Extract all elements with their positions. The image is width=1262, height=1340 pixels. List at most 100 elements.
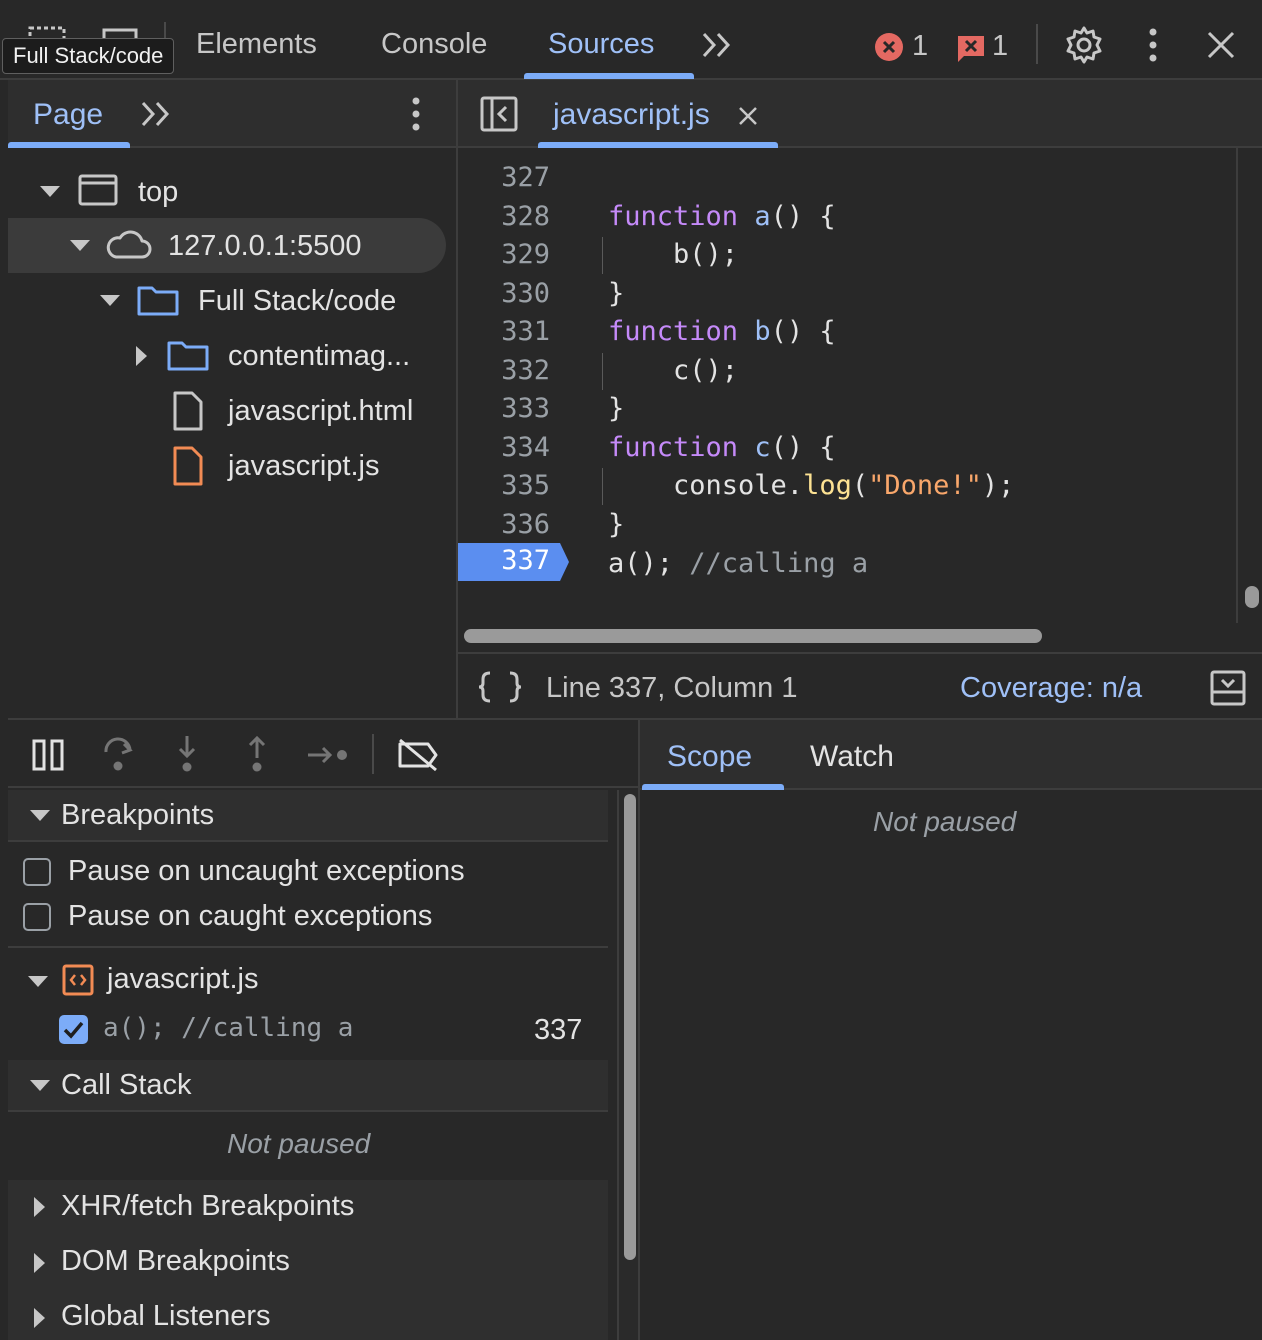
navigator-menu-icon[interactable] bbox=[408, 96, 424, 132]
tree-item-folder-contentimages[interactable]: contentimag... bbox=[8, 328, 456, 383]
code-line[interactable]: 330 } bbox=[458, 278, 1238, 316]
debugger-toolbar bbox=[8, 720, 638, 788]
code-line[interactable]: 329 b(); bbox=[458, 239, 1238, 277]
breakpoint-file-name[interactable]: javascript.js bbox=[107, 963, 259, 996]
more-tabs-chevron-icon[interactable] bbox=[700, 30, 736, 60]
tab-console[interactable]: Console bbox=[381, 28, 487, 61]
collapse-arrow-icon[interactable] bbox=[34, 1197, 45, 1217]
pause-icon[interactable] bbox=[32, 738, 66, 772]
pretty-print-icon[interactable] bbox=[478, 670, 522, 704]
section-title: Call Stack bbox=[61, 1069, 192, 1101]
line-number[interactable]: 336 bbox=[458, 509, 550, 540]
tree-item-label: javascript.html bbox=[228, 395, 414, 427]
code-line[interactable]: 328 function a() { bbox=[458, 201, 1238, 239]
settings-gear-icon[interactable] bbox=[1064, 25, 1104, 65]
deactivate-breakpoints-icon[interactable] bbox=[396, 738, 440, 772]
tab-elements[interactable]: Elements bbox=[196, 28, 317, 61]
line-number[interactable]: 329 bbox=[458, 239, 550, 270]
tree-item-file-js[interactable]: javascript.js bbox=[8, 438, 456, 493]
tab-watch[interactable]: Watch bbox=[810, 740, 894, 774]
toolbar-divider bbox=[372, 734, 374, 774]
vertical-scrollbar[interactable] bbox=[1245, 586, 1259, 608]
breakpoint-checkbox[interactable] bbox=[59, 1015, 88, 1044]
tab-page[interactable]: Page bbox=[33, 98, 103, 132]
xhr-breakpoints-section-header[interactable]: XHR/fetch Breakpoints bbox=[8, 1180, 608, 1236]
expand-arrow-icon[interactable] bbox=[100, 295, 120, 306]
breakpoints-section-header[interactable]: Breakpoints bbox=[8, 790, 608, 842]
close-tab-icon[interactable] bbox=[738, 106, 758, 126]
line-number[interactable]: 335 bbox=[458, 470, 550, 501]
code-line[interactable]: 332 c(); bbox=[458, 355, 1238, 393]
line-number[interactable]: 331 bbox=[458, 316, 550, 347]
error-icon[interactable] bbox=[874, 32, 904, 62]
tree-item-label: Full Stack/code bbox=[198, 285, 397, 317]
pause-caught-checkbox[interactable] bbox=[23, 903, 51, 931]
tree-item-label: javascript.js bbox=[228, 450, 380, 482]
code-text: function a() { bbox=[608, 201, 836, 232]
code-text: console.log("Done!"); bbox=[608, 470, 1015, 501]
line-number[interactable]: 327 bbox=[458, 162, 550, 193]
collapse-arrow-icon[interactable] bbox=[136, 346, 147, 366]
code-line[interactable]: 331 function b() { bbox=[458, 316, 1238, 354]
scope-panel: Scope Watch Not paused bbox=[638, 718, 1262, 1340]
expand-arrow-icon[interactable] bbox=[30, 810, 50, 821]
line-number[interactable]: 333 bbox=[458, 393, 550, 424]
collapse-arrow-icon[interactable] bbox=[34, 1253, 45, 1273]
pause-uncaught-label[interactable]: Pause on uncaught exceptions bbox=[68, 855, 465, 888]
step-over-icon[interactable] bbox=[100, 736, 136, 774]
code-text: function c() { bbox=[608, 432, 836, 463]
expand-arrow-icon[interactable] bbox=[30, 1080, 50, 1091]
tree-item-label: contentimag... bbox=[228, 340, 411, 372]
pause-uncaught-checkbox[interactable] bbox=[23, 858, 51, 886]
not-paused-text: Not paused bbox=[873, 806, 1017, 837]
expand-arrow-icon[interactable] bbox=[28, 976, 48, 987]
close-icon[interactable] bbox=[1204, 28, 1238, 62]
tab-scope[interactable]: Scope bbox=[667, 740, 752, 774]
section-title: XHR/fetch Breakpoints bbox=[61, 1190, 355, 1222]
horizontal-scrollbar[interactable] bbox=[464, 629, 1042, 643]
coverage-link[interactable]: Coverage: n/a bbox=[960, 672, 1142, 705]
collapse-arrow-icon[interactable] bbox=[34, 1308, 45, 1328]
step-icon[interactable] bbox=[306, 742, 350, 768]
code-editor: javascript.js 327 328 function a() { 329… bbox=[458, 80, 1262, 718]
js-file-icon bbox=[172, 446, 204, 486]
code-line[interactable]: 334 function c() { bbox=[458, 432, 1238, 470]
folder-icon bbox=[167, 339, 209, 371]
pause-caught-label[interactable]: Pause on caught exceptions bbox=[68, 900, 432, 933]
line-number[interactable]: 332 bbox=[458, 355, 550, 386]
editor-status-bar: Line 337, Column 1 Coverage: n/a bbox=[458, 652, 1262, 718]
code-line[interactable]: 327 bbox=[458, 162, 1238, 200]
more-tabs-chevron-icon[interactable] bbox=[140, 100, 174, 128]
breakpoint-code[interactable]: a(); //calling a bbox=[103, 1013, 353, 1043]
expand-arrow-icon[interactable] bbox=[70, 240, 90, 251]
code-line[interactable]: 333 } bbox=[458, 393, 1238, 431]
tree-item-file-html[interactable]: javascript.html bbox=[8, 383, 456, 438]
expand-arrow-icon[interactable] bbox=[40, 186, 60, 197]
toggle-navigator-icon[interactable] bbox=[480, 96, 518, 132]
issues-icon[interactable] bbox=[956, 34, 986, 64]
line-number[interactable]: 328 bbox=[458, 201, 550, 232]
code-text: } bbox=[608, 509, 625, 540]
toggle-drawer-icon[interactable] bbox=[1210, 670, 1246, 706]
dom-breakpoints-section-header[interactable]: DOM Breakpoints bbox=[8, 1236, 608, 1291]
tab-sources[interactable]: Sources bbox=[548, 28, 654, 61]
file-tab-label[interactable]: javascript.js bbox=[553, 98, 710, 132]
issue-count[interactable]: 1 bbox=[992, 30, 1008, 63]
more-options-icon[interactable] bbox=[1145, 26, 1161, 64]
call-stack-section-header[interactable]: Call Stack bbox=[8, 1060, 608, 1112]
code-line[interactable]: 335 console.log("Done!"); bbox=[458, 470, 1238, 508]
tree-item-folder-fullstack[interactable]: Full Stack/code bbox=[8, 273, 456, 328]
global-listeners-section-header[interactable]: Global Listeners bbox=[8, 1291, 608, 1340]
line-number[interactable]: 334 bbox=[458, 432, 550, 463]
step-into-icon[interactable] bbox=[172, 734, 202, 774]
sidebar-scrollbar[interactable] bbox=[624, 794, 636, 1260]
line-number[interactable]: 330 bbox=[458, 278, 550, 309]
error-count[interactable]: 1 bbox=[912, 30, 928, 63]
call-stack-content: Not paused bbox=[8, 1114, 608, 1178]
tree-item-top[interactable]: top bbox=[8, 164, 456, 219]
code-line[interactable]: a(); //calling a bbox=[458, 548, 1238, 586]
code-line[interactable]: 336 } bbox=[458, 509, 1238, 547]
step-out-icon[interactable] bbox=[242, 734, 272, 774]
tree-item-host[interactable]: 127.0.0.1:5500 bbox=[8, 218, 446, 273]
indent-guide bbox=[602, 237, 603, 274]
